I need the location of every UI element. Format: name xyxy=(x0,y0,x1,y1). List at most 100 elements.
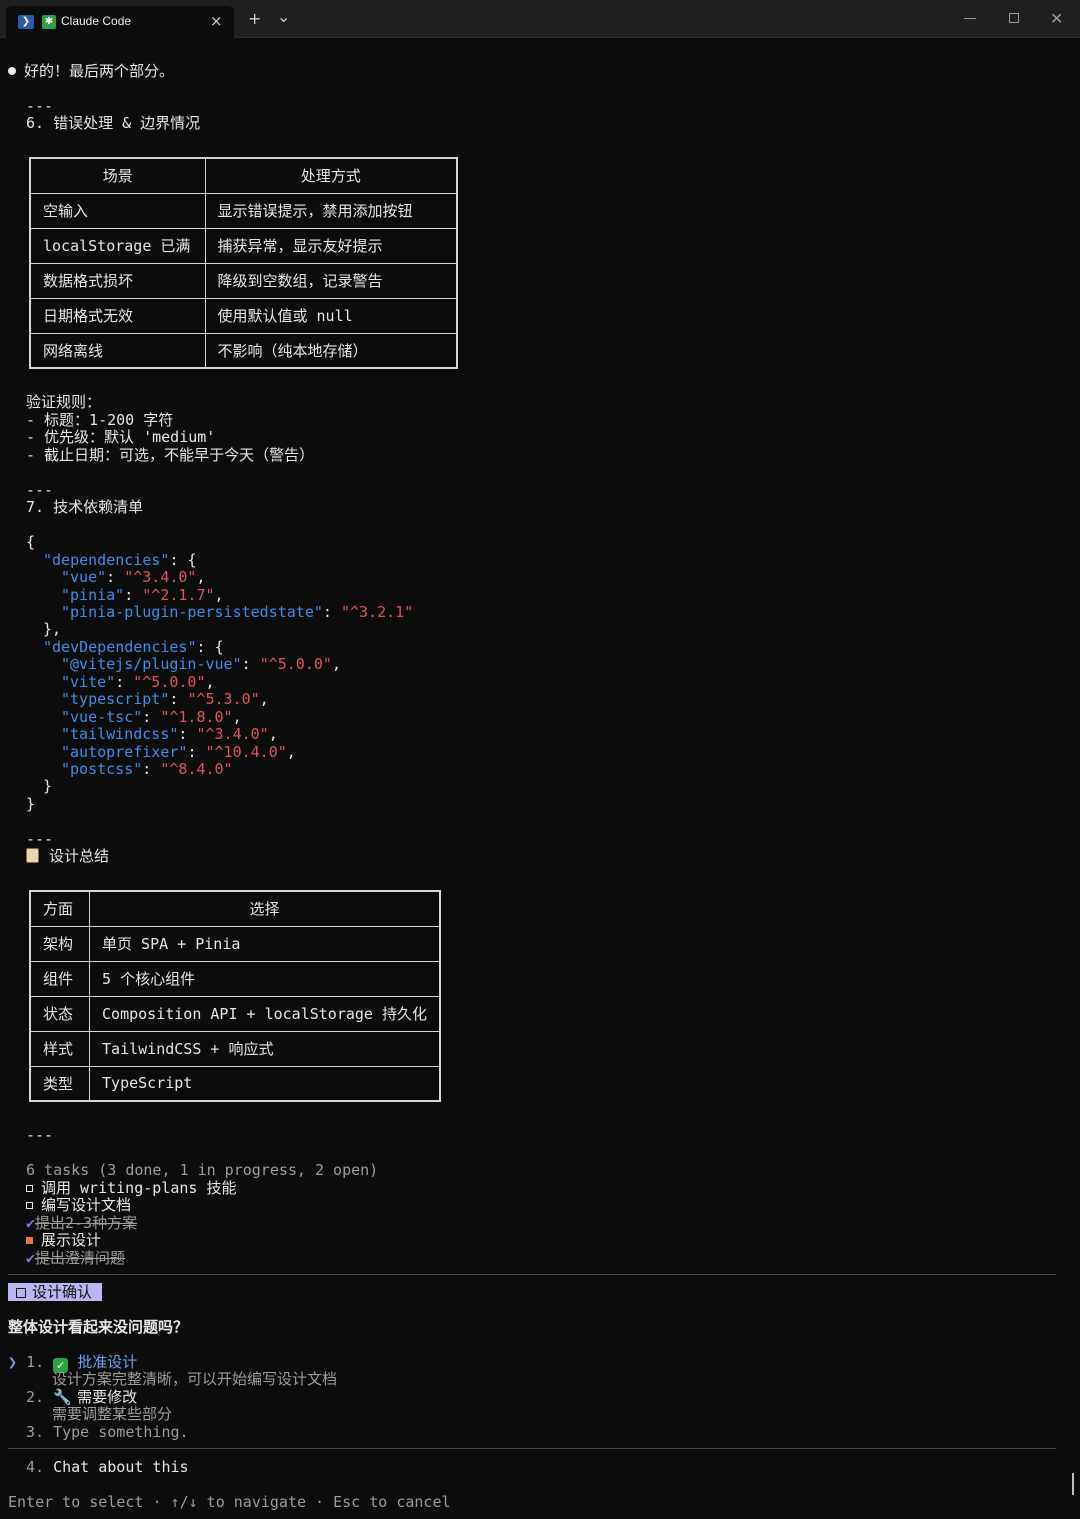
tab-dropdown-icon[interactable]: ⌄ xyxy=(277,8,290,26)
code-line: "postcss": "^8.4.0" xyxy=(61,760,233,778)
section-6-heading: 6. 错误处理 & 边界情况 xyxy=(26,114,201,132)
divider xyxy=(8,1274,1056,1275)
maximize-icon[interactable] xyxy=(1009,13,1019,23)
table-cell: 样式 xyxy=(29,1030,91,1067)
message-bullet-icon xyxy=(8,67,16,75)
validation-rule: - 标题：1-200 字符 xyxy=(26,411,174,429)
option-type-something[interactable]: 3. Type something. xyxy=(26,1423,189,1441)
table-header: 方面 xyxy=(29,890,91,927)
table-row: 类型 TypeScript xyxy=(29,1065,441,1102)
task-summary: 6 tasks (3 done, 1 in progress, 2 open) xyxy=(26,1161,379,1179)
separator: --- xyxy=(26,830,54,848)
powershell-icon: ❯ xyxy=(18,15,34,29)
table-cell: 状态 xyxy=(29,995,91,1032)
separator: --- xyxy=(26,481,54,499)
table-cell: 日期格式无效 xyxy=(29,297,206,334)
option-chat[interactable]: 4. Chat about this xyxy=(26,1458,189,1476)
code-line: "vue": "^3.4.0", xyxy=(61,568,206,586)
table-cell: localStorage 已满 xyxy=(29,227,206,264)
separator: --- xyxy=(26,97,54,115)
wrench-icon: 🔧 xyxy=(53,1388,72,1406)
option-description: 设计方案完整清晰，可以开始编写设计文档 xyxy=(52,1370,338,1388)
code-line: "vue-tsc": "^1.8.0", xyxy=(61,708,242,726)
code-line: "vite": "^5.0.0", xyxy=(61,673,215,691)
table-row: 网络离线 不影响（纯本地存储） xyxy=(29,332,458,369)
table-header-row: 场景 处理方式 xyxy=(29,157,458,194)
table-header: 场景 xyxy=(29,157,206,194)
scrollbar-thumb[interactable] xyxy=(1072,1473,1074,1495)
code-line: "@vitejs/plugin-vue": "^5.0.0", xyxy=(61,655,341,673)
task-item-open: 调用 writing-plans 技能 xyxy=(26,1179,236,1197)
task-item-done: ✔提出2-3种方案 xyxy=(26,1214,138,1232)
table-header: 处理方式 xyxy=(204,157,458,194)
table-cell: 显示错误提示，禁用添加按钮 xyxy=(204,192,458,229)
table-row: 状态 Composition API + localStorage 持久化 xyxy=(29,995,441,1032)
tab-title: Claude Code xyxy=(61,14,132,28)
table-cell: 数据格式损坏 xyxy=(29,262,206,299)
assistant-message-intro: 好的！最后两个部分。 xyxy=(8,62,174,80)
task-item-done: ✔提出澄清问题 xyxy=(26,1249,126,1267)
title-bar: ❯ ✱ Claude Code × + ⌄ ✕ xyxy=(0,0,1080,38)
table-header-row: 方面 选择 xyxy=(29,890,441,927)
table-row: 空输入 显示错误提示，禁用添加按钮 xyxy=(29,192,458,229)
table-cell: 网络离线 xyxy=(29,332,206,369)
claude-icon: ✱ xyxy=(42,15,56,29)
table-row: 组件 5 个核心组件 xyxy=(29,960,441,997)
keyboard-hint: Enter to select · ↑/↓ to navigate · Esc … xyxy=(8,1493,451,1511)
code-line: "autoprefixer": "^10.4.0", xyxy=(61,743,296,761)
code-line: "dependencies": { xyxy=(43,551,197,569)
code-line: }, xyxy=(43,620,62,638)
new-tab-button[interactable]: + xyxy=(248,10,261,28)
table-cell: Composition API + localStorage 持久化 xyxy=(89,995,441,1032)
table-cell: 类型 xyxy=(29,1065,91,1102)
dialog-tag: 设计确认 xyxy=(8,1283,103,1301)
table-row: 日期格式无效 使用默认值或 null xyxy=(29,297,458,334)
task-item-open: 编写设计文档 xyxy=(26,1196,131,1214)
table-row: localStorage 已满 捕获异常，显示友好提示 xyxy=(29,227,458,264)
table-header: 选择 xyxy=(89,890,441,927)
checkbox-icon xyxy=(16,1288,26,1298)
code-line: "devDependencies": { xyxy=(43,638,224,656)
code-line: "pinia-plugin-persistedstate": "^3.2.1" xyxy=(61,603,414,621)
code-line: { xyxy=(26,533,36,551)
table-cell: 空输入 xyxy=(29,192,206,229)
table-cell: 不影响（纯本地存储） xyxy=(204,332,458,369)
section-7-heading: 7. 技术依赖清单 xyxy=(26,498,144,516)
validation-rule: - 优先级：默认 'medium' xyxy=(26,428,216,446)
checkmark-icon: ✔ xyxy=(26,1249,36,1267)
option-modify[interactable]: 2. 🔧 需要修改 xyxy=(26,1388,137,1406)
option-description: 需要调整某些部分 xyxy=(52,1405,173,1423)
table-cell: 降级到空数组，记录警告 xyxy=(204,262,458,299)
code-line: "typescript": "^5.3.0", xyxy=(61,690,269,708)
divider xyxy=(8,1448,1056,1449)
table-cell: TailwindCSS + 响应式 xyxy=(89,1030,441,1067)
task-item-in-progress: 展示设计 xyxy=(26,1231,101,1249)
table-cell: 使用默认值或 null xyxy=(204,297,458,334)
checkmark-icon: ✔ xyxy=(26,1214,36,1232)
validation-title: 验证规则： xyxy=(26,393,102,411)
table-cell: 架构 xyxy=(29,925,91,962)
table-cell: 单页 SPA + Pinia xyxy=(89,925,441,962)
table-cell: 组件 xyxy=(29,960,91,997)
close-tab-icon[interactable]: × xyxy=(210,12,223,30)
separator: --- xyxy=(26,1126,54,1144)
table-cell: TypeScript xyxy=(89,1065,441,1102)
task-open-icon xyxy=(26,1202,33,1209)
table-cell: 捕获异常，显示友好提示 xyxy=(204,227,458,264)
code-line: } xyxy=(43,777,53,795)
task-progress-icon xyxy=(26,1237,33,1244)
close-window-icon[interactable]: ✕ xyxy=(1050,9,1063,28)
code-line: } xyxy=(26,795,36,813)
code-line: "pinia": "^2.1.7", xyxy=(61,586,224,604)
clipboard-icon xyxy=(26,848,39,863)
error-handling-table: 场景 处理方式 空输入 显示错误提示，禁用添加按钮 localStorage 已… xyxy=(29,157,458,369)
table-row: 数据格式损坏 降级到空数组，记录警告 xyxy=(29,262,458,299)
minimize-icon[interactable] xyxy=(964,18,976,19)
table-row: 样式 TailwindCSS + 响应式 xyxy=(29,1030,441,1067)
design-summary-table: 方面 选择 架构 单页 SPA + Pinia 组件 5 个核心组件 状态 Co… xyxy=(29,890,441,1102)
tab-claude-code[interactable]: ❯ ✱ Claude Code × xyxy=(6,6,234,38)
table-row: 架构 单页 SPA + Pinia xyxy=(29,925,441,962)
validation-rule: - 截止日期：可选，不能早于今天（警告） xyxy=(26,446,315,464)
summary-heading: 设计总结 xyxy=(26,847,109,865)
code-line: "tailwindcss": "^3.4.0", xyxy=(61,725,278,743)
